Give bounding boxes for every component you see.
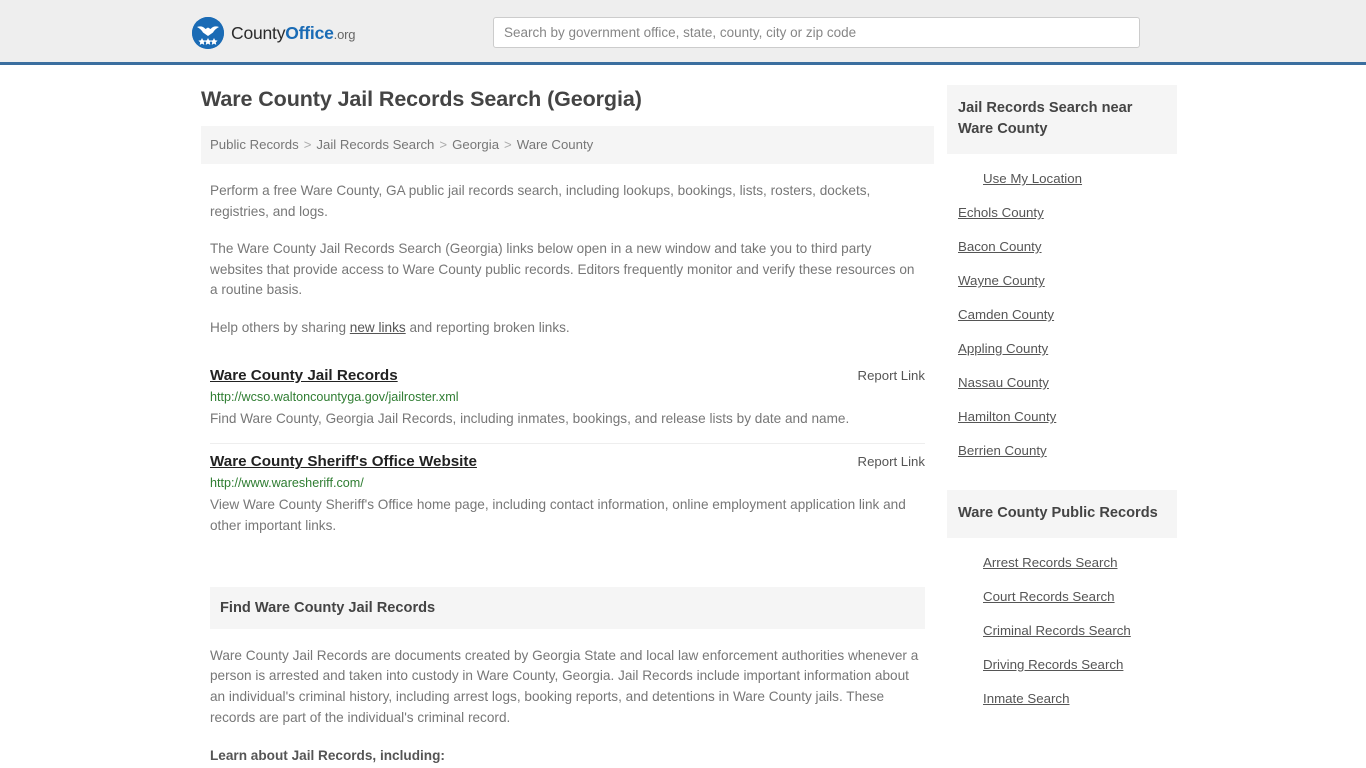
- sidebar-item-nassau-county[interactable]: Nassau County: [947, 366, 1177, 400]
- search-input[interactable]: [493, 17, 1140, 48]
- breadcrumb-item-public-records[interactable]: Public Records: [210, 137, 299, 152]
- page-title: Ware County Jail Records Search (Georgia…: [201, 87, 642, 111]
- sidebar-links-public-records: Arrest Records Search Court Records Sear…: [947, 538, 1177, 716]
- page-wrapper: Ware County Jail Records Search (Georgia…: [0, 65, 1366, 768]
- section-heading: Find Ware County Jail Records: [210, 586, 925, 629]
- sidebar-item-use-my-location[interactable]: Use My Location: [947, 162, 1177, 196]
- breadcrumb-item-jail-records-search[interactable]: Jail Records Search: [316, 137, 434, 152]
- intro-text-before-link: Help others by sharing: [210, 320, 350, 336]
- sidebar-item-wayne-county[interactable]: Wayne County: [947, 264, 1177, 298]
- sidebar-box-nearby: Jail Records Search near Ware County Use…: [947, 85, 1177, 468]
- sidebar-item-inmate-search[interactable]: Inmate Search: [947, 682, 1177, 716]
- sidebar-heading-public-records: Ware County Public Records: [947, 489, 1177, 539]
- intro-paragraph-1: Perform a free Ware County, GA public ja…: [210, 182, 871, 219]
- sidebar-item-criminal-records-search[interactable]: Criminal Records Search: [947, 614, 1177, 648]
- breadcrumb-item-ware-county[interactable]: Ware County: [517, 137, 593, 152]
- site-logo[interactable]: CountyOffice.org: [192, 17, 355, 49]
- breadcrumb-separator: >: [504, 137, 512, 152]
- result-url[interactable]: http://www.waresheriff.com/: [210, 476, 925, 490]
- sidebar-box-public-records: Ware County Public Records Arrest Record…: [947, 489, 1177, 716]
- sidebar-heading-nearby: Jail Records Search near Ware County: [947, 85, 1177, 155]
- breadcrumb-separator: >: [303, 137, 312, 152]
- sidebar-item-berrien-county[interactable]: Berrien County: [947, 434, 1177, 468]
- sidebar: Jail Records Search near Ware County Use…: [947, 65, 1177, 738]
- logo-word-org: .org: [333, 26, 356, 42]
- result-url[interactable]: http://wcso.waltoncountyga.gov/jailroste…: [210, 390, 925, 404]
- report-link-button[interactable]: Report Link: [858, 368, 925, 383]
- site-header: CountyOffice.org: [0, 0, 1366, 65]
- report-link-button[interactable]: Report Link: [858, 454, 925, 469]
- sidebar-item-camden-county[interactable]: Camden County: [947, 298, 1177, 332]
- sidebar-item-court-records-search[interactable]: Court Records Search: [947, 580, 1177, 614]
- result-item: Ware County Sheriff's Office Website Rep…: [210, 447, 925, 550]
- sidebar-item-echols-county[interactable]: Echols County: [947, 196, 1177, 230]
- breadcrumb-separator: >: [439, 137, 448, 152]
- section-paragraph: Ware County Jail Records are documents c…: [210, 647, 919, 725]
- section-body: Ware County Jail Records are documents c…: [210, 646, 925, 768]
- new-links-link[interactable]: new links: [350, 320, 406, 335]
- breadcrumb-item-georgia[interactable]: Georgia: [452, 137, 499, 152]
- logo-word-county: County: [231, 22, 286, 43]
- eagle-shield-logo-icon: [192, 17, 224, 49]
- sidebar-links-nearby: Use My Location Echols County Bacon Coun…: [947, 154, 1177, 468]
- logo-word-office: Office: [285, 22, 334, 43]
- result-title-link[interactable]: Ware County Sheriff's Office Website: [210, 453, 477, 470]
- sidebar-item-bacon-county[interactable]: Bacon County: [947, 230, 1177, 264]
- content-container: Ware County Jail Records Search (Georgia…: [188, 65, 1178, 768]
- intro-section: Perform a free Ware County, GA public ja…: [201, 181, 934, 339]
- result-description: View Ware County Sheriff's Office home p…: [210, 497, 906, 534]
- site-logo-text: CountyOffice.org: [231, 23, 355, 44]
- intro-text-after-link: and reporting broken links.: [405, 320, 570, 336]
- sidebar-item-hamilton-county[interactable]: Hamilton County: [947, 400, 1177, 434]
- result-header: Ware County Sheriff's Office Website Rep…: [210, 453, 925, 470]
- result-title-link[interactable]: Ware County Jail Records: [210, 367, 398, 384]
- breadcrumb: Public Records > Jail Records Search > Georg…: [201, 126, 934, 164]
- intro-paragraph-2: The Ware County Jail Records Search (Geo…: [210, 241, 915, 298]
- results-list: Ware County Jail Records Report Link htt…: [201, 361, 934, 551]
- result-description: Find Ware County, Georgia Jail Records, …: [210, 410, 850, 426]
- sidebar-item-driving-records-search[interactable]: Driving Records Search: [947, 648, 1177, 682]
- intro-paragraph-3: Help others by sharing new links and rep…: [201, 318, 934, 339]
- result-header: Ware County Jail Records Report Link: [210, 367, 925, 384]
- result-item: Ware County Jail Records Report Link htt…: [210, 361, 925, 445]
- learn-about-lead: Learn about Jail Records, including:: [210, 748, 445, 764]
- sidebar-item-appling-county[interactable]: Appling County: [947, 332, 1177, 366]
- sidebar-item-arrest-records-search[interactable]: Arrest Records Search: [947, 546, 1177, 580]
- find-records-section: Find Ware County Jail Records Ware Count…: [201, 586, 934, 768]
- main-column: Ware County Jail Records Search (Georgia…: [201, 65, 934, 768]
